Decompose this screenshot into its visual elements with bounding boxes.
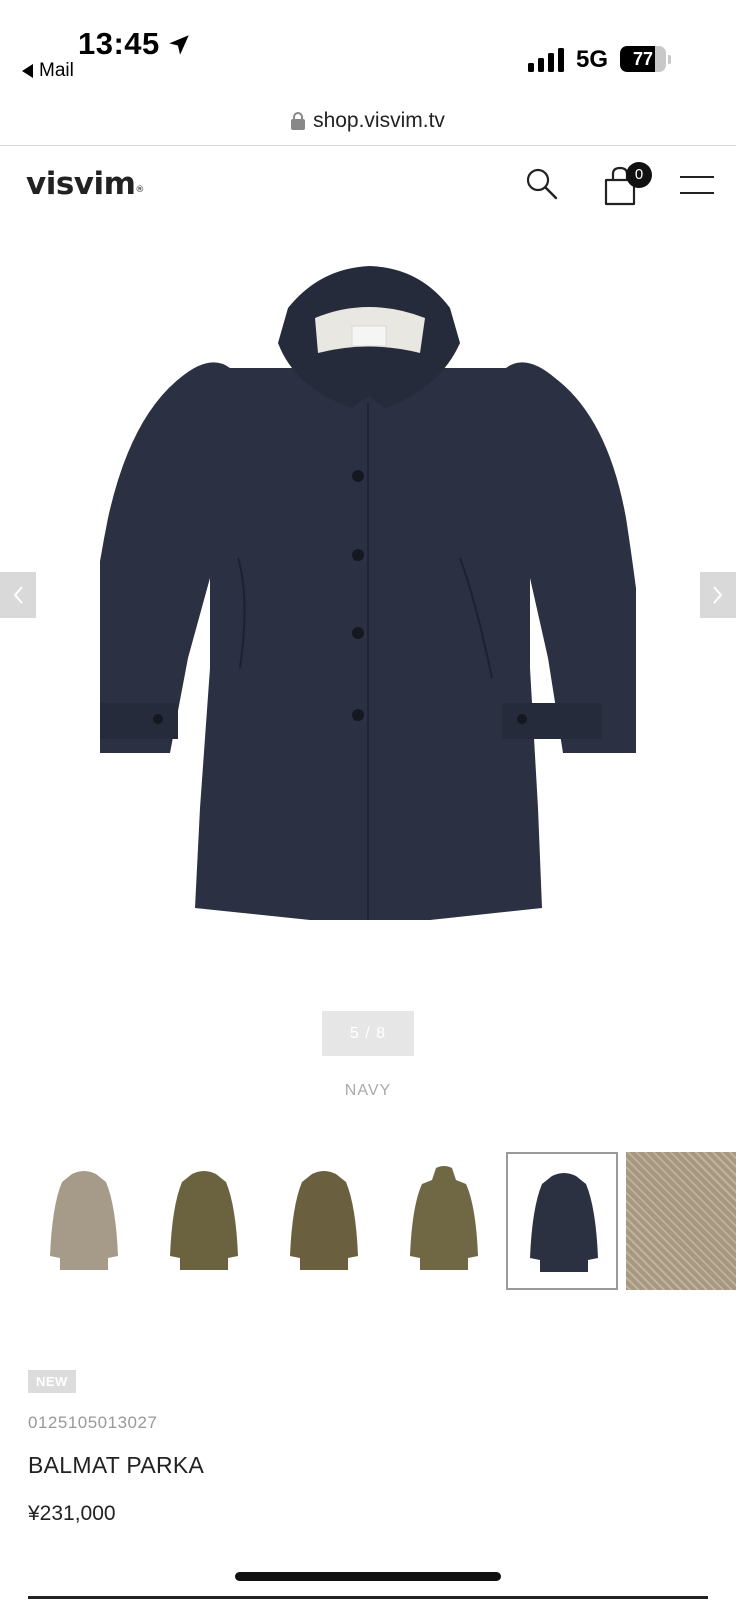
chevron-left-icon [13,586,23,604]
new-badge: NEW [28,1370,76,1393]
product-title: BALMAT PARKA [28,1452,205,1478]
thumbnail-6[interactable] [626,1152,736,1290]
coat-thumbnail-image [530,1173,598,1272]
address-bar[interactable]: shop.visvim.tv [0,96,736,146]
thumbnail-5[interactable] [506,1152,618,1290]
color-name: NAVY [344,1082,392,1099]
thumbnail-2[interactable] [148,1152,260,1290]
url-text: shop.visvim.tv [313,108,445,132]
thumbnail-4[interactable] [388,1152,500,1290]
status-bar: 13:45 Mail 5G 77 [0,0,736,96]
cellular-signal-icon [528,48,564,72]
coat-thumbnail-image [290,1171,358,1270]
cart-button[interactable]: 0 [602,162,652,206]
thumbnail-3[interactable] [268,1152,380,1290]
status-time: 13:45 [78,26,160,61]
network-type: 5G [576,46,609,73]
thumbnail-strip [0,1152,736,1292]
location-arrow-icon [169,35,189,55]
back-triangle-icon [22,64,33,78]
cart-count-badge: 0 [626,162,652,188]
coat-thumbnail-image [170,1171,238,1270]
thumbnail-1[interactable] [28,1152,140,1290]
product-main-image [100,266,636,920]
fabric-swatch-image [626,1152,736,1290]
gallery-prev-button[interactable] [0,572,36,618]
back-app-label: Mail [39,60,74,81]
product-price: ¥231,000 [28,1502,116,1525]
bottom-divider [28,1596,708,1599]
battery-percent: 77 [632,49,654,69]
gallery-counter: 5 / 8 [322,1011,414,1056]
gallery-next-button[interactable] [700,572,736,618]
lock-icon [291,111,306,130]
chevron-right-icon [713,586,723,604]
battery-icon: 77 [620,46,671,72]
home-indicator [235,1572,501,1581]
product-gallery[interactable] [0,228,736,988]
search-icon[interactable] [524,166,560,202]
hamburger-menu-icon[interactable] [680,176,714,194]
coat-thumbnail-image [410,1166,478,1270]
coat-thumbnail-image [50,1171,118,1270]
product-sku: 0125105013027 [28,1413,158,1432]
back-to-mail-link[interactable]: Mail [22,60,74,82]
site-logo[interactable]: visvim® [26,166,144,202]
site-header: visvim® 0 [0,146,736,228]
